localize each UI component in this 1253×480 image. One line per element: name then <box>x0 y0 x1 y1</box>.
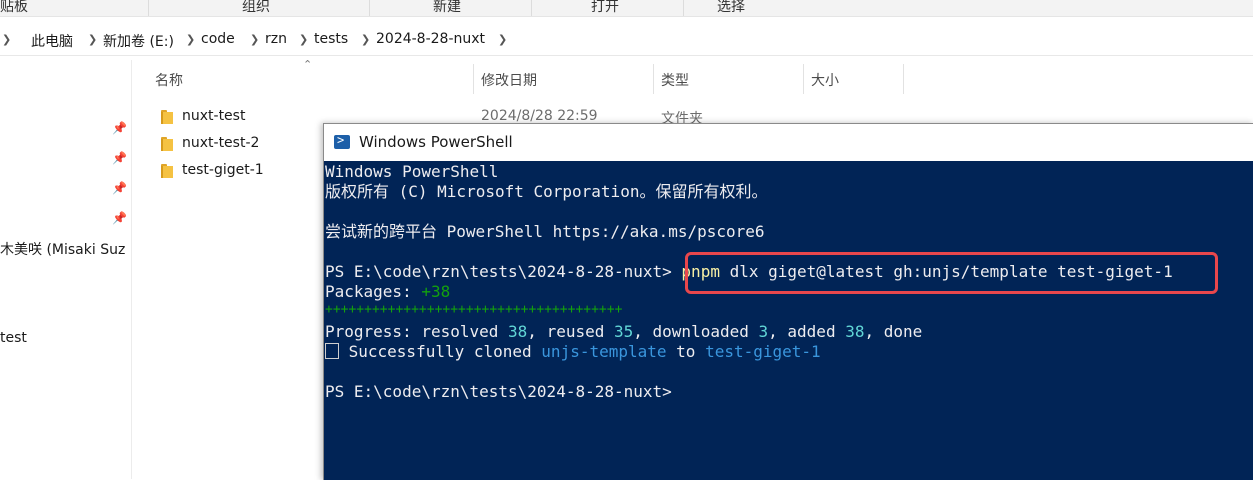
ribbon-group-clipboard[interactable]: 贴板 <box>0 0 28 16</box>
ribbon-group-select[interactable]: 选择 <box>717 0 745 16</box>
console-line: Packages: +38 <box>325 282 450 302</box>
checkbox-glyph-icon <box>325 343 339 359</box>
chevron-right-icon[interactable]: ❯ <box>361 33 370 46</box>
breadcrumb-code[interactable]: code <box>201 31 235 47</box>
pin-icon[interactable]: 📌 <box>112 151 127 165</box>
chevron-right-icon[interactable]: ❯ <box>250 33 259 46</box>
packages-label: Packages: <box>325 282 422 301</box>
console-line: 版权所有 (C) Microsoft Corporation。保留所有权利。 <box>325 182 768 201</box>
sort-ascending-icon: ⌃ <box>303 58 313 71</box>
file-name: nuxt-test-2 <box>182 135 260 151</box>
column-header-type[interactable]: 类型 <box>661 70 689 90</box>
console-prompt: PS E:\code\rzn\tests\2024-8-28-nuxt> <box>325 262 672 281</box>
added-label: , added <box>768 322 846 341</box>
powershell-window[interactable]: > Windows PowerShell Windows PowerShell … <box>323 123 1253 480</box>
console-line: Windows PowerShell <box>325 162 499 181</box>
console-line: Successfully cloned unjs-template to tes… <box>325 342 821 362</box>
pin-icon[interactable]: 📌 <box>112 121 127 135</box>
folder-icon <box>158 110 173 124</box>
breadcrumb-current-folder[interactable]: 2024-8-28-nuxt <box>376 31 485 47</box>
column-header-name[interactable]: 名称 <box>155 70 183 90</box>
resolved-count: 38 <box>508 322 528 341</box>
ribbon-group-organize[interactable]: 组织 <box>242 0 270 16</box>
window-title-bar[interactable]: > Windows PowerShell <box>324 124 1253 161</box>
reused-count: 35 <box>614 322 634 341</box>
column-separator[interactable] <box>803 64 804 94</box>
file-date: 2024/8/28 22:59 <box>481 108 598 124</box>
window-title: Windows PowerShell <box>359 133 513 151</box>
nav-item-test[interactable]: test <box>0 330 27 346</box>
chevron-right-icon[interactable]: ❯ <box>2 33 11 46</box>
column-separator[interactable] <box>903 64 904 94</box>
column-header-date[interactable]: 修改日期 <box>481 70 537 90</box>
nav-pane-divider <box>131 60 132 479</box>
ribbon-separator <box>683 0 684 16</box>
reused-label: , reused <box>527 322 614 341</box>
to-label: to <box>666 342 706 361</box>
ribbon: 贴板 组织 新建 打开 选择 <box>0 0 1253 17</box>
ribbon-separator <box>148 0 149 16</box>
downloaded-label: , downloaded <box>633 322 759 341</box>
chevron-right-icon[interactable]: ❯ <box>498 33 507 46</box>
added-count: 38 <box>845 322 865 341</box>
packages-count: +38 <box>421 282 451 301</box>
column-separator[interactable] <box>653 64 654 94</box>
target-folder: test-giget-1 <box>705 342 821 361</box>
breadcrumb-rzn[interactable]: rzn <box>265 31 287 47</box>
done-label: , done <box>864 322 923 341</box>
pin-icon[interactable]: 📌 <box>112 211 127 225</box>
column-header-size[interactable]: 大小 <box>811 70 839 90</box>
chevron-right-icon[interactable]: ❯ <box>186 33 195 46</box>
success-label: Successfully cloned <box>339 342 542 361</box>
column-separator[interactable] <box>473 64 474 94</box>
folder-icon <box>158 164 173 178</box>
folder-icon <box>158 137 173 151</box>
progress-label: Progress: resolved <box>325 322 509 341</box>
file-name: nuxt-test <box>182 108 246 124</box>
chevron-right-icon[interactable]: ❯ <box>88 33 97 46</box>
command-highlight-box <box>685 252 1218 294</box>
progress-bar-text: ++++++++++++++++++++++++++++++++++++++ <box>325 302 623 317</box>
repo-name: unjs-template <box>541 342 667 361</box>
breadcrumb-drive-e[interactable]: 新加卷 (E:) <box>103 31 174 51</box>
ribbon-separator <box>369 0 370 16</box>
breadcrumb-this-pc[interactable]: 此电脑 <box>31 31 73 51</box>
console-prompt: PS E:\code\rzn\tests\2024-8-28-nuxt> <box>325 382 672 401</box>
nav-item-user[interactable]: 木美咲 (Misaki Suz <box>0 239 125 259</box>
address-bar-divider <box>0 55 1253 56</box>
powershell-icon: > <box>334 133 350 149</box>
console-line: 尝试新的跨平台 PowerShell https://aka.ms/pscore… <box>325 222 765 241</box>
console-line: Progress: resolved 38, reused 35, downlo… <box>325 322 922 342</box>
ribbon-separator <box>531 0 532 16</box>
address-bar[interactable]: ❯ 此电脑 ❯ 新加卷 (E:) ❯ code ❯ rzn ❯ tests ❯ … <box>0 24 1253 56</box>
ribbon-group-open[interactable]: 打开 <box>591 0 619 16</box>
downloaded-count: 3 <box>758 322 769 341</box>
breadcrumb-tests[interactable]: tests <box>314 31 348 47</box>
console-output[interactable]: Windows PowerShell 版权所有 (C) Microsoft Co… <box>324 162 1253 480</box>
file-name: test-giget-1 <box>182 162 264 178</box>
pin-icon[interactable]: 📌 <box>112 181 127 195</box>
ribbon-group-new[interactable]: 新建 <box>433 0 461 16</box>
chevron-right-icon[interactable]: ❯ <box>299 33 308 46</box>
